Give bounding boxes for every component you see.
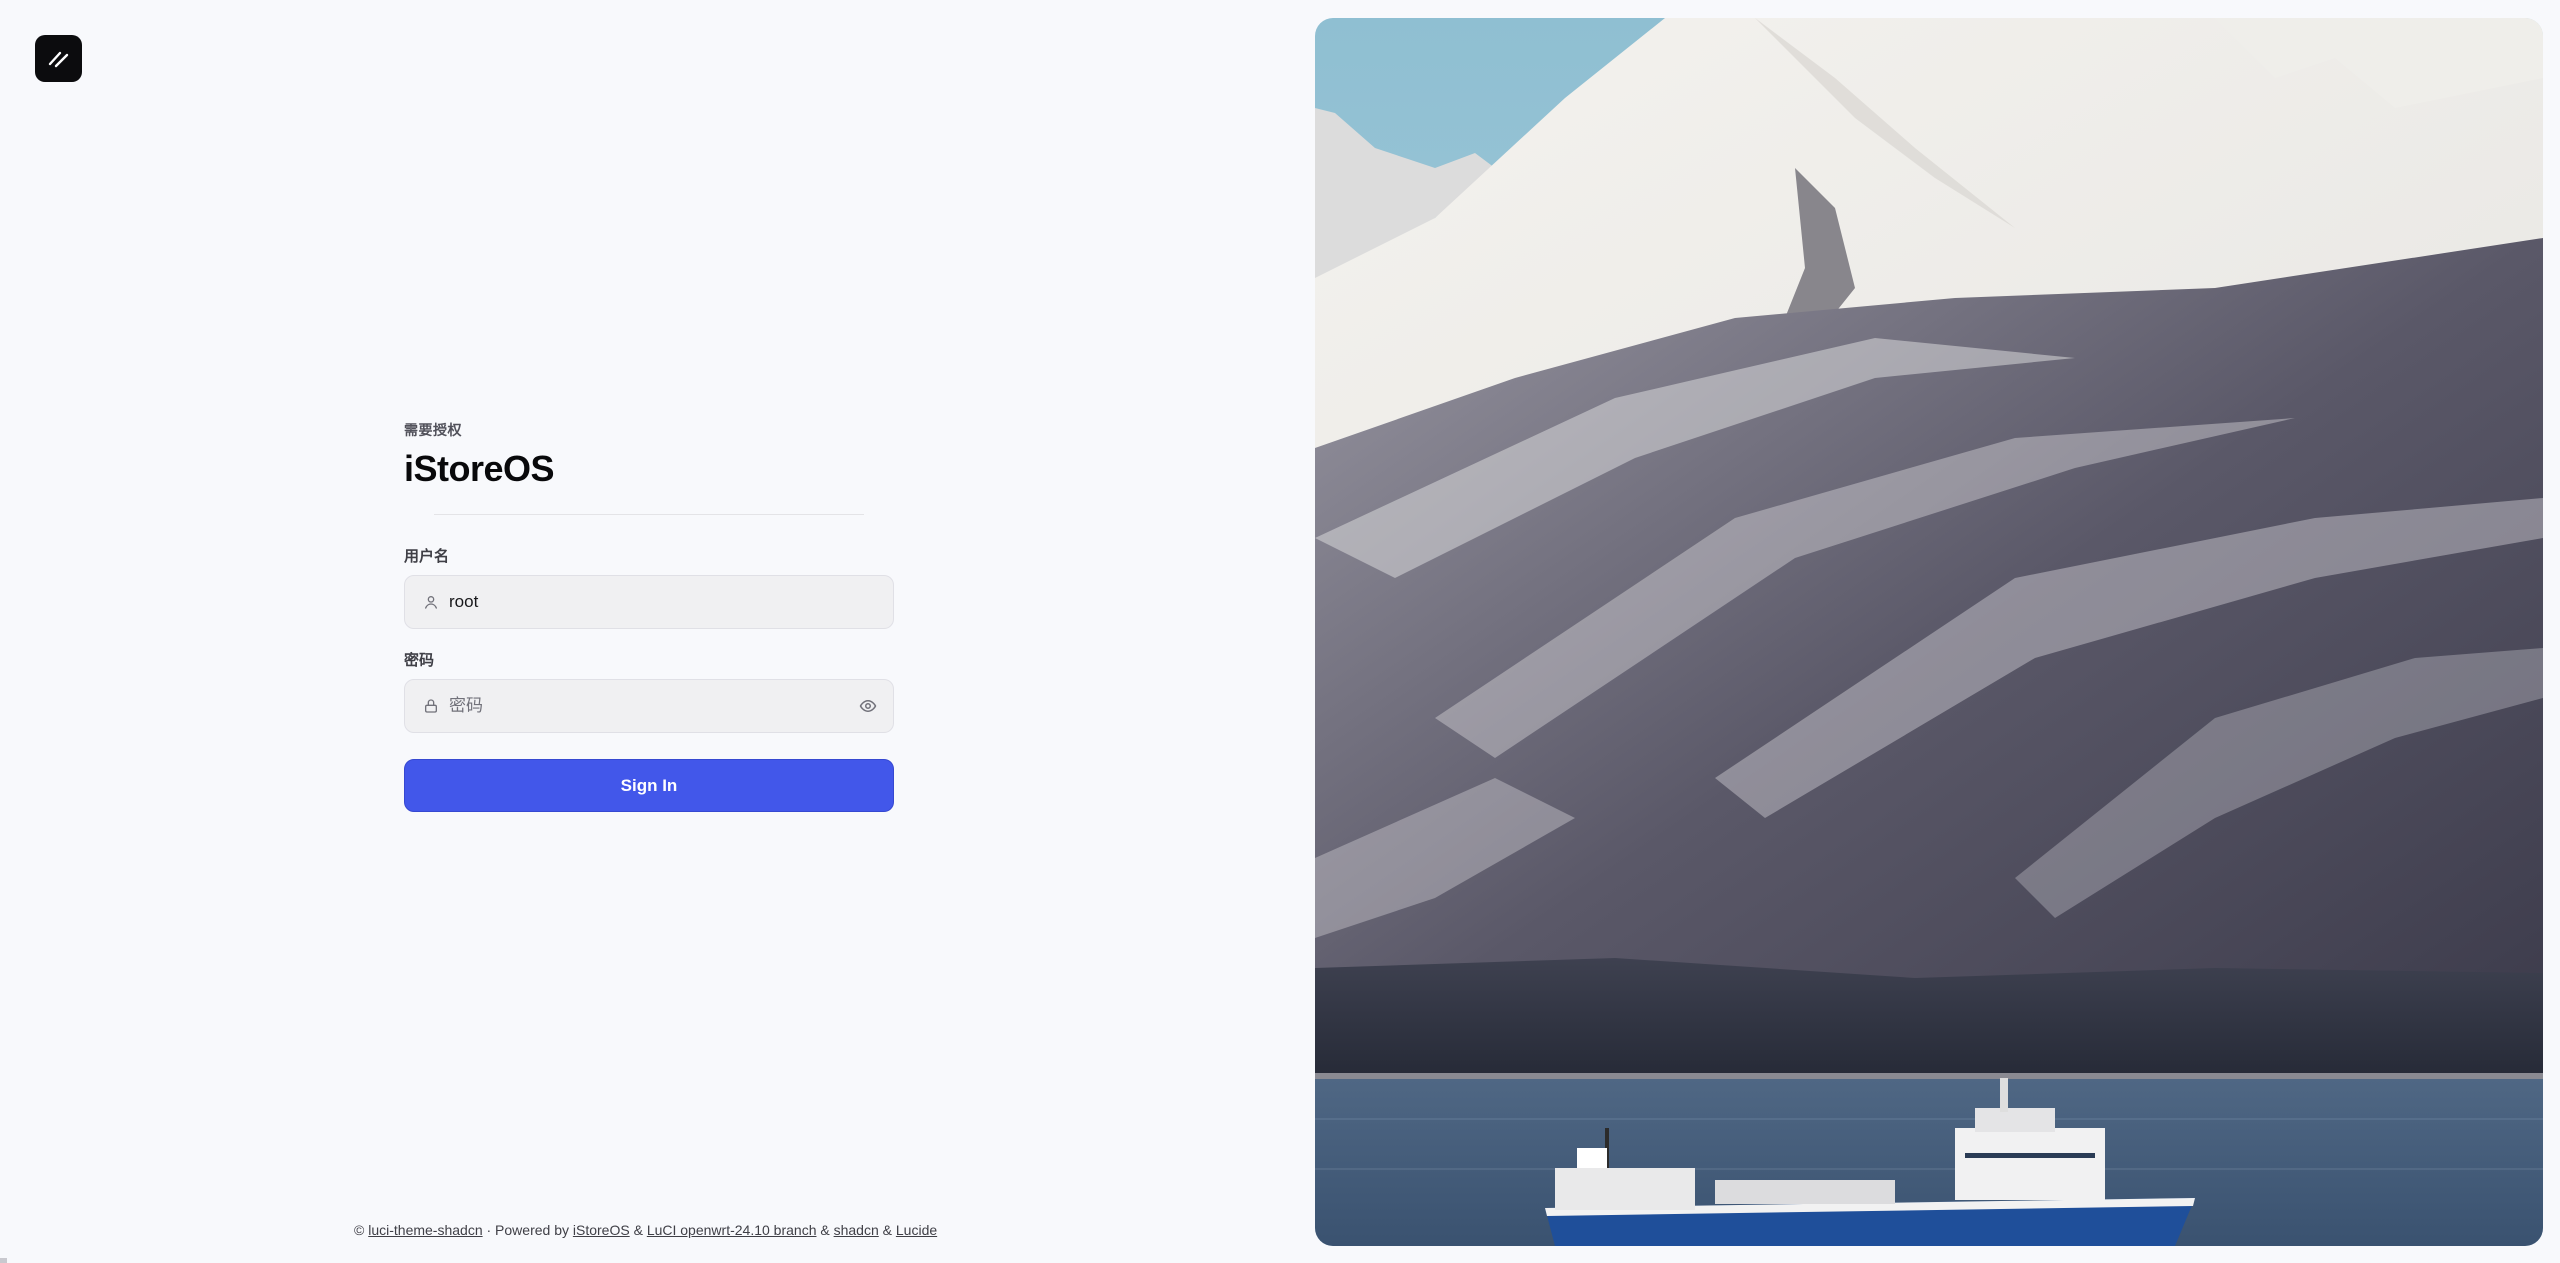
user-icon	[421, 592, 441, 612]
powered-by-text: · Powered by	[486, 1222, 569, 1238]
app-logo[interactable]	[35, 35, 82, 82]
auth-required-label: 需要授权	[404, 422, 462, 438]
theme-link[interactable]: luci-theme-shadcn	[368, 1222, 482, 1238]
ampersand: &	[882, 1222, 892, 1238]
shadcn-link[interactable]: shadcn	[834, 1222, 879, 1238]
copyright-symbol: ©	[354, 1222, 365, 1238]
password-field-wrapper	[404, 679, 894, 733]
username-input[interactable]	[449, 592, 879, 612]
luci-link[interactable]: LuCI openwrt-24.10 branch	[647, 1222, 817, 1238]
footer: © luci-theme-shadcn · Powered by iStoreO…	[354, 1222, 937, 1238]
slash-logo-icon	[48, 51, 68, 67]
page-title: iStoreOS	[404, 448, 555, 489]
lucide-link[interactable]: Lucide	[896, 1222, 937, 1238]
ampersand: &	[820, 1222, 830, 1238]
password-input[interactable]	[449, 696, 857, 716]
eye-icon[interactable]	[857, 695, 879, 717]
login-form: 需要授权 iStoreOS 用户名 密码 Sign In	[404, 420, 894, 812]
username-label: 用户名	[404, 548, 450, 565]
password-label: 密码	[404, 652, 435, 669]
ampersand: &	[633, 1222, 643, 1238]
hero-image	[1315, 18, 2543, 1246]
username-field-wrapper	[404, 575, 894, 629]
divider	[434, 514, 864, 515]
sign-in-button[interactable]: Sign In	[404, 759, 894, 812]
istoreos-link[interactable]: iStoreOS	[573, 1222, 630, 1238]
lock-icon	[421, 696, 441, 716]
resize-handle	[0, 1258, 7, 1263]
